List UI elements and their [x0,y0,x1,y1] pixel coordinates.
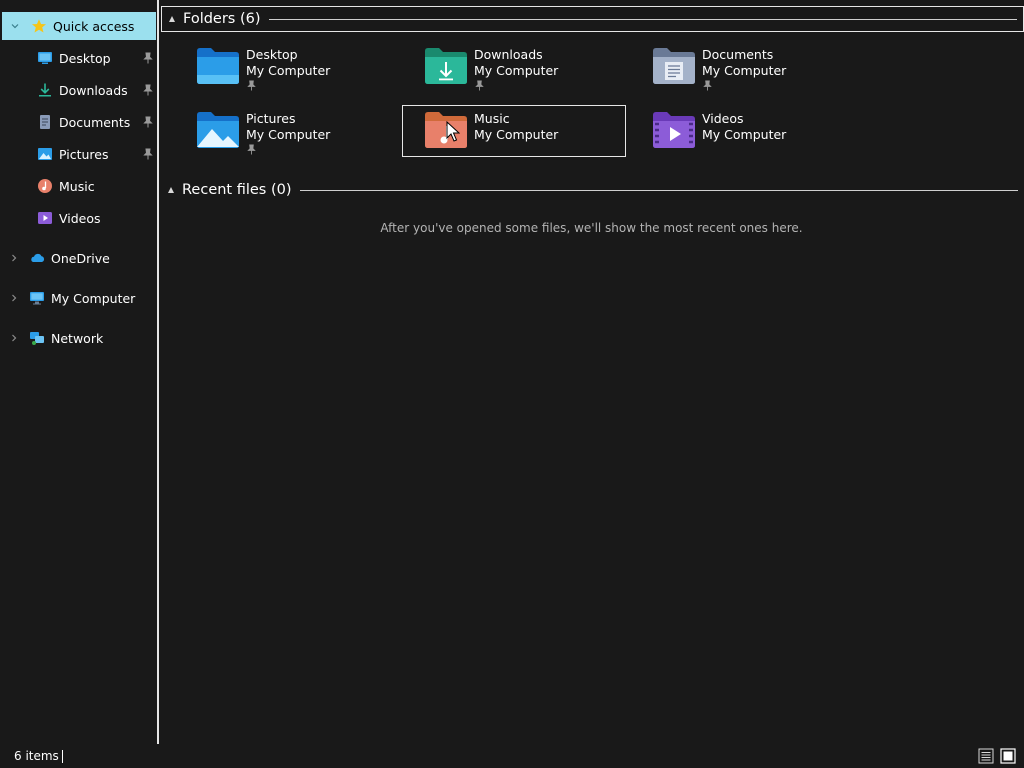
folder-name: Videos [702,111,744,126]
chevron-down-icon[interactable] [9,20,21,32]
group-title: Recent files (0) [182,182,292,198]
nav-item-desktop[interactable]: Desktop [0,44,157,72]
nav-item-my-computer[interactable]: My Computer [0,284,157,312]
nav-quick-access[interactable]: Quick access [2,12,156,40]
status-separator [62,750,63,763]
navigation-pane: Quick access Desktop Downloads Documents… [0,0,157,744]
group-divider-line [299,189,1018,191]
downloads-folder-icon [425,48,467,84]
network-icon [30,332,44,345]
status-bar: 6 items [0,744,1024,768]
folder-location: My Computer [474,127,559,142]
recent-files-empty-message: After you've opened some files, we'll sh… [380,221,803,235]
item-count: 6 items [14,749,59,763]
nav-item-videos[interactable]: Videos [0,204,157,232]
group-header-folders[interactable]: Folders (6) [161,6,1024,32]
folder-tile-music[interactable]: Music My Computer [402,105,626,157]
details-view-icon[interactable] [978,748,994,764]
folder-location: My Computer [474,63,559,78]
nav-item-downloads[interactable]: Downloads [0,76,157,104]
pin-icon[interactable] [143,52,153,64]
pin-icon[interactable] [143,116,153,128]
folder-name: Documents [702,47,774,62]
folder-tile-documents[interactable]: Documents My Computer [630,41,854,93]
folder-name: Pictures [246,111,296,126]
folder-name: Music [474,111,510,126]
nav-item-label: Desktop [59,50,111,66]
group-header-recent-files[interactable]: Recent files (0) [161,177,1024,203]
pin-icon [247,80,256,91]
documents-icon [40,115,50,129]
pin-icon[interactable] [143,84,153,96]
mouse-pointer-icon [446,121,460,142]
nav-item-label: Documents [59,114,131,130]
chevron-right-icon[interactable] [8,332,20,344]
folder-tile-desktop[interactable]: Desktop My Computer [174,41,398,93]
music-icon [38,179,52,193]
folder-location: My Computer [702,127,787,142]
nav-item-label: Videos [59,210,101,226]
nav-item-music[interactable]: Music [0,172,157,200]
downloads-icon [39,83,51,97]
folder-location: My Computer [246,63,331,78]
nav-item-label: My Computer [51,290,136,306]
desktop-folder-icon [197,48,239,84]
nav-item-label: Music [59,178,95,194]
nav-item-network[interactable]: Network [0,324,157,352]
pin-icon[interactable] [143,148,153,160]
chevron-right-icon[interactable] [8,292,20,304]
pin-icon [703,80,712,91]
onedrive-icon [31,253,45,262]
nav-item-label: OneDrive [51,250,110,266]
nav-item-pictures[interactable]: Pictures [0,140,157,168]
nav-item-onedrive[interactable]: OneDrive [0,244,157,272]
collapse-triangle-icon[interactable] [169,16,175,22]
folder-tile-downloads[interactable]: Downloads My Computer [402,41,626,93]
folder-tile-videos[interactable]: Videos My Computer [630,105,854,157]
collapse-triangle-icon[interactable] [168,187,174,193]
folder-location: My Computer [246,127,331,142]
desktop-icon [38,52,52,64]
folder-location: My Computer [702,63,787,78]
nav-item-label: Network [51,330,104,346]
large-icons-view-icon[interactable] [1000,748,1016,764]
videos-folder-icon [653,112,695,148]
star-icon [32,19,46,33]
chevron-right-icon[interactable] [8,252,20,264]
nav-quick-access-label: Quick access [53,18,135,34]
documents-folder-icon [653,48,695,84]
videos-icon [38,212,52,224]
folder-name: Desktop [246,47,298,62]
pictures-icon [38,148,52,160]
computer-icon [30,292,44,305]
nav-item-label: Pictures [59,146,109,162]
nav-item-label: Downloads [59,82,128,98]
folder-tile-pictures[interactable]: Pictures My Computer [174,105,398,157]
pictures-folder-icon [197,112,239,148]
nav-item-documents[interactable]: Documents [0,108,157,136]
folder-name: Downloads [474,47,543,62]
group-title: Folders (6) [183,11,261,27]
pin-icon [247,144,256,155]
content-pane: Folders (6) Desktop My Computer Download… [159,0,1024,744]
group-divider-line [268,18,1017,20]
pin-icon [475,80,484,91]
